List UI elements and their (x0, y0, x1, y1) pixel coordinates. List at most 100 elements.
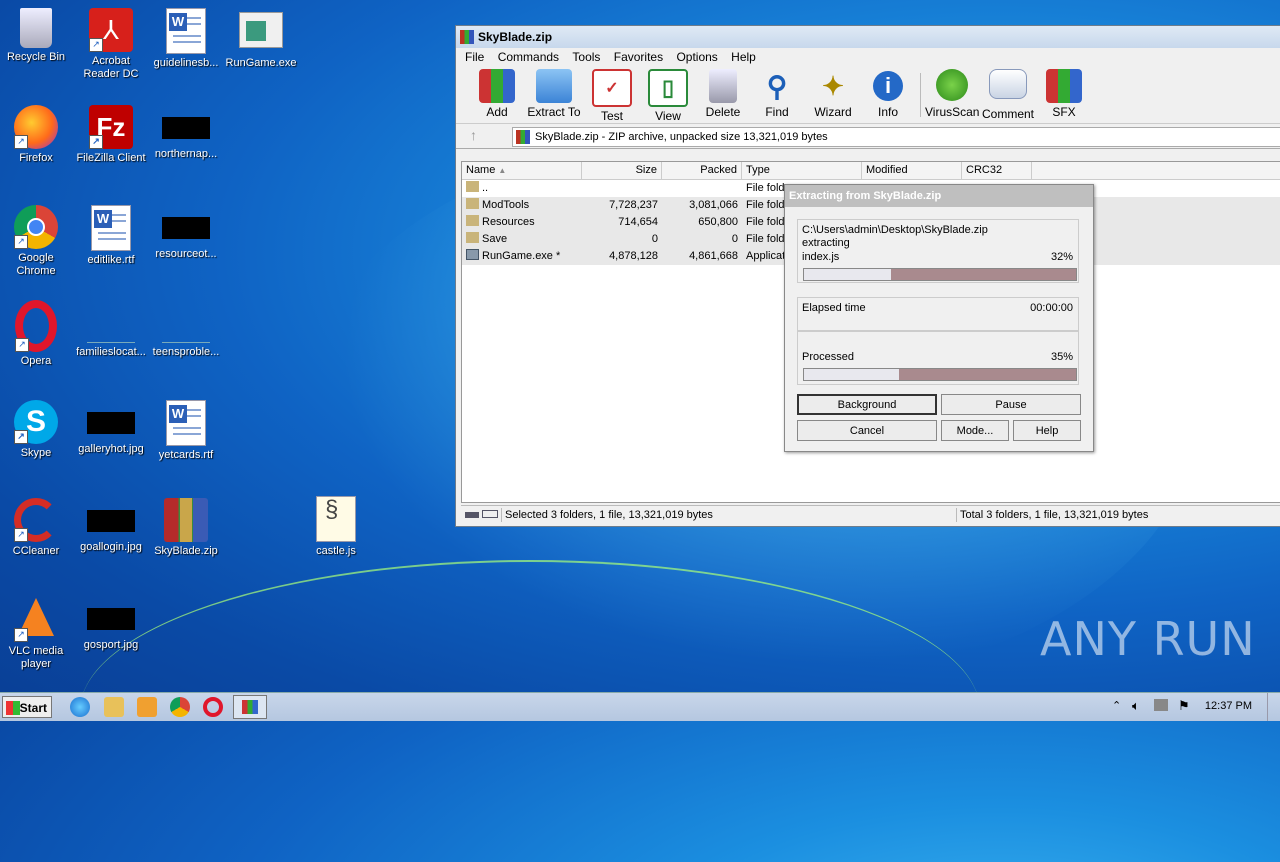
elapsed-label: Elapsed time (802, 302, 866, 314)
black-thumbnail (87, 510, 135, 532)
network-icon[interactable] (1154, 699, 1168, 711)
menu-commands[interactable]: Commands (498, 50, 559, 64)
desktop-icon-editlike[interactable]: W editlike.rtf (73, 205, 149, 267)
skype-icon: S ↗ (14, 400, 58, 444)
toolbar-sfx-button[interactable]: SFX (1037, 69, 1091, 119)
taskbar: Start ⌃ 🔈︎ ⚑ 12:37 PM (0, 692, 1280, 721)
word-doc-icon: W (166, 8, 206, 54)
opera-icon[interactable] (203, 697, 223, 717)
desktop-icon-skyblade[interactable]: SkyBlade.zip (148, 498, 224, 558)
desktop-icon-firefox[interactable]: ↗ Firefox (0, 105, 74, 165)
column-header: Name ▲ Size Packed Type Modified CRC32 (462, 162, 1280, 180)
opera-icon: ↗ (15, 300, 57, 352)
start-button[interactable]: Start (2, 696, 52, 718)
menu-options[interactable]: Options (676, 50, 717, 64)
toolbar-add-button[interactable]: Add (470, 69, 524, 119)
folder-icon (466, 198, 479, 209)
desktop-icon-rungame[interactable]: RunGame.exe (223, 8, 299, 70)
processed-percent: 35% (1050, 351, 1073, 363)
dialog-title[interactable]: Extracting from SkyBlade.zip (785, 185, 1093, 207)
desktop-icon-acrobat[interactable]: ⅄ ↗ Acrobat Reader DC (73, 8, 149, 81)
clock[interactable]: 12:37 PM (1205, 700, 1252, 712)
desktop-icon-filezilla[interactable]: Fz ↗ FileZilla Client (73, 105, 149, 165)
explorer-icon[interactable] (104, 697, 124, 717)
mode-button[interactable]: Mode... (941, 420, 1009, 441)
toolbar-delete-button[interactable]: Delete (696, 69, 750, 119)
window-titlebar[interactable]: SkyBlade.zip (456, 26, 1280, 48)
chrome-icon[interactable] (170, 697, 190, 717)
sort-arrow-icon: ▲ (498, 166, 507, 175)
up-arrow-icon[interactable]: ↑ (470, 127, 477, 143)
desktop-icon-yetcards[interactable]: W yetcards.rtf (148, 400, 224, 462)
desktop-icon-chrome[interactable]: ↗ Google Chrome (0, 205, 74, 278)
anyrun-watermark: ANY RUN (1040, 612, 1256, 666)
show-desktop-button[interactable] (1267, 693, 1280, 721)
menu-help[interactable]: Help (731, 50, 756, 64)
system-tray: ⌃ 🔈︎ ⚑ 12:37 PM (1100, 693, 1280, 721)
desktop-icon-ccleaner[interactable]: ↗ CCleaner (0, 498, 74, 558)
book-icon: ▯ (648, 69, 688, 107)
column-size[interactable]: Size (582, 162, 662, 179)
toolbar-test-button[interactable]: ✓ Test (585, 69, 639, 123)
ie-icon[interactable] (70, 697, 90, 717)
status-selected: Selected 3 folders, 1 file, 13,321,019 b… (505, 509, 713, 521)
desktop-icon-recycle-bin[interactable]: Recycle Bin (0, 8, 74, 64)
menu-tools[interactable]: Tools (572, 50, 600, 64)
desktop-icon-opera[interactable]: ↗ Opera (0, 300, 74, 368)
toolbar-virusscan-button[interactable]: VirusScan (925, 69, 979, 119)
processed-label: Processed (802, 351, 854, 363)
file-progress-bar (803, 268, 1077, 281)
column-type[interactable]: Type (742, 162, 862, 179)
media-player-icon[interactable] (137, 697, 157, 717)
windows-logo-icon (6, 701, 20, 715)
ccleaner-icon: ↗ (14, 498, 58, 542)
toolbar-comment-button[interactable]: Comment (981, 69, 1035, 121)
desktop-icon-skype[interactable]: S ↗ Skype (0, 400, 74, 460)
column-crc32[interactable]: CRC32 (962, 162, 1032, 179)
column-name[interactable]: Name ▲ (462, 162, 582, 179)
desktop-icon-guidelines[interactable]: W guidelinesb... (148, 8, 224, 70)
black-thumbnail (87, 608, 135, 630)
elapsed-group: Elapsed time 00:00:00 (797, 297, 1079, 331)
toolbar-extract-to-button[interactable]: Extract To (527, 69, 581, 119)
menu-favorites[interactable]: Favorites (614, 50, 663, 64)
column-packed[interactable]: Packed (662, 162, 742, 179)
desktop-icon-northernap[interactable]: northernap... (148, 105, 224, 161)
winrar-taskbar-button[interactable] (233, 695, 267, 719)
desktop-icon-goallogin[interactable]: goallogin.jpg (73, 498, 149, 554)
toolbar: Add Extract To ✓ Test ▯ View Delete ⚲ Find … (456, 67, 1280, 124)
pause-button[interactable]: Pause (941, 394, 1081, 415)
word-doc-icon: W (166, 400, 206, 446)
desktop-icon-familieslocat[interactable]: familieslocat... (73, 300, 149, 359)
vlc-icon: ↗ (14, 598, 58, 642)
toolbar-find-button[interactable]: ⚲ Find (750, 69, 804, 120)
desktop-icon-castle-js[interactable]: § castle.js (298, 496, 374, 558)
column-modified[interactable]: Modified (862, 162, 962, 179)
address-field[interactable]: SkyBlade.zip - ZIP archive, unpacked siz… (512, 127, 1280, 147)
file-percent: 32% (1050, 251, 1073, 263)
firefox-icon: ↗ (14, 105, 58, 149)
desktop-icon-galleryhot[interactable]: galleryhot.jpg (73, 400, 149, 456)
menu-file[interactable]: File (465, 50, 484, 64)
word-doc-icon: W (91, 205, 131, 251)
add-icon (479, 69, 515, 103)
winrar-icon (242, 700, 258, 714)
help-button[interactable]: Help (1013, 420, 1081, 441)
toolbar-info-button[interactable]: i Info (861, 69, 915, 119)
background-button[interactable]: Background (797, 394, 937, 415)
flag-icon[interactable]: ⚑ (1178, 698, 1190, 714)
toolbar-wizard-button[interactable]: ✦ Wizard (806, 69, 860, 120)
desktop-icon-resourceot[interactable]: resourceot... (148, 205, 224, 261)
desktop-icon-vlc[interactable]: ↗ VLC media player (0, 596, 74, 671)
folder-icon (536, 69, 572, 103)
tray-expand-icon[interactable]: ⌃ (1112, 699, 1121, 712)
info-icon: i (873, 71, 903, 101)
cancel-button[interactable]: Cancel (797, 420, 937, 441)
script-icon: § (316, 496, 356, 542)
volume-icon[interactable]: 🔈︎ (1132, 698, 1140, 714)
desktop-icon-teensproble[interactable]: teensproble... (148, 300, 224, 359)
processed-progress-bar (803, 368, 1077, 381)
desktop-icon-gosport[interactable]: gosport.jpg (73, 596, 149, 652)
status-bar: Selected 3 folders, 1 file, 13,321,019 b… (461, 505, 1280, 524)
toolbar-view-button[interactable]: ▯ View (641, 69, 695, 123)
